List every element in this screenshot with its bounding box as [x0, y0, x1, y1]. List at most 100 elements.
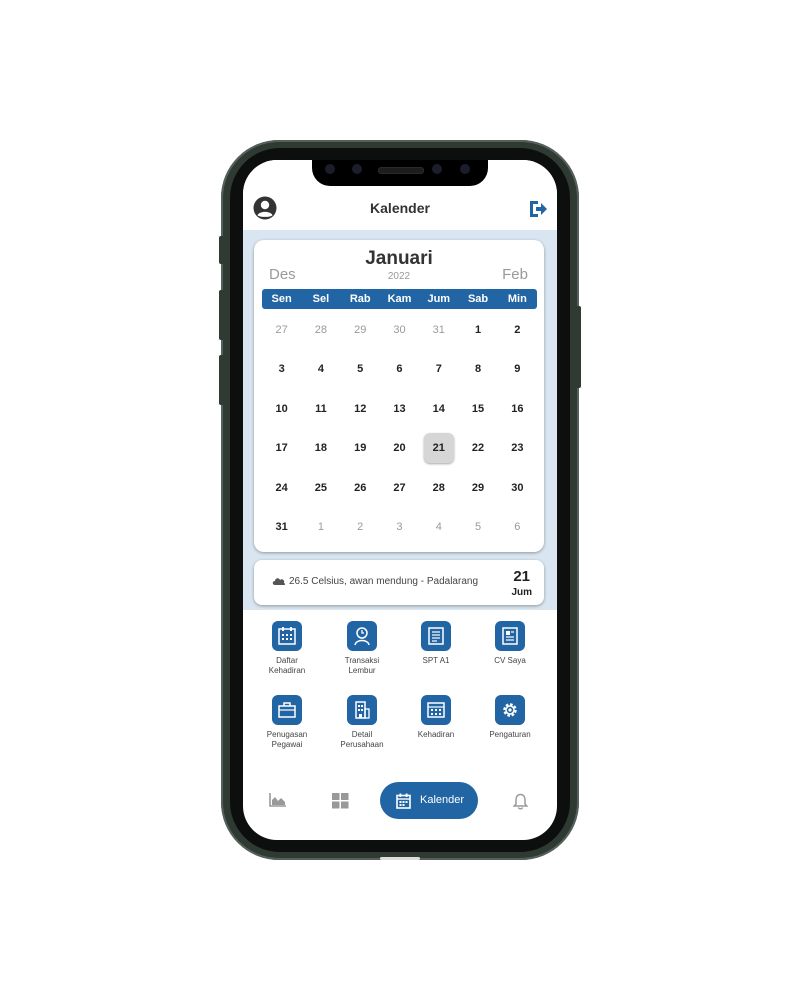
calendar-week-row: 31 1 2 3 4 5 6: [262, 508, 537, 548]
area-chart-icon[interactable]: [269, 793, 287, 807]
calendar-grid: 27 28 29 30 31 1 2 3 4 5 6 7 8 9 10 11 12 13 14 15 16 17 18 19 2…: [262, 310, 537, 547]
calendar-day-outside-month[interactable]: 31: [419, 324, 458, 336]
calendar-day[interactable]: 19: [341, 442, 380, 454]
menu-item-transaksi-lembur[interactable]: Transaksi Lembur: [325, 621, 399, 676]
weekday-header: Sen Sel Rab Kam Jum Sab Min: [262, 289, 537, 309]
calendar-day[interactable]: 24: [262, 482, 301, 494]
calendar-day-number: 2: [357, 521, 364, 534]
calendar-day-outside-month[interactable]: 29: [341, 324, 380, 336]
person-clock-icon: [347, 621, 377, 651]
grid-icon[interactable]: [332, 793, 349, 809]
nav-calendar-label: Kalender: [420, 794, 465, 806]
menu-item-spt-a1[interactable]: SPT A1: [399, 621, 473, 666]
calendar-day[interactable]: 26: [341, 482, 380, 494]
calendar-day[interactable]: 14: [419, 403, 458, 415]
calendar-day-number: 19: [354, 442, 367, 455]
calendar-day-outside-month[interactable]: 1: [301, 521, 340, 533]
calendar-day-number: 5: [357, 363, 364, 376]
weekday-label: Rab: [349, 293, 371, 305]
home-indicator: [380, 857, 420, 860]
calendar-day[interactable]: 25: [301, 482, 340, 494]
menu-item-label: Transaksi Lembur: [344, 656, 380, 675]
menu-item-label: Daftar Kehadiran: [268, 656, 306, 675]
calendar-day[interactable]: 18: [301, 442, 340, 454]
calendar-day[interactable]: 6: [380, 363, 419, 375]
calendar-day-number: 11: [315, 402, 327, 415]
menu-item-penugasan-pegawai[interactable]: Penugasan Pegawai: [250, 695, 324, 750]
front-camera: [432, 164, 442, 174]
calendar-day[interactable]: 27: [380, 482, 419, 494]
next-month-button[interactable]: Feb: [502, 266, 528, 283]
calendar-icon: [396, 793, 411, 809]
calendar-day[interactable]: 30: [498, 482, 537, 494]
calendar-day-outside-month[interactable]: 28: [301, 324, 340, 336]
calendar-list-icon: [272, 621, 302, 651]
phone-screen: Kalender Des Januari 2022 Feb Sen Sel Ra…: [243, 160, 557, 840]
calendar-day-number: 28: [314, 323, 328, 336]
calendar-day-outside-month[interactable]: 27: [262, 324, 301, 336]
calendar-week-row: 10 11 12 13 14 15 16: [262, 389, 537, 429]
calendar-day-number: 3: [278, 363, 285, 376]
calendar-day[interactable]: 31: [262, 521, 301, 533]
menu-item-cv-saya[interactable]: CV Saya: [473, 621, 547, 666]
calendar-week-row: 17 18 19 20 21 22 23: [262, 429, 537, 469]
page-title: Kalender: [370, 200, 430, 216]
building-icon: [347, 695, 377, 725]
weekday-label: Sab: [467, 293, 489, 305]
calendar-day-number: 1: [317, 521, 324, 534]
weekday-label: Min: [507, 293, 527, 305]
calendar-day[interactable]: 8: [458, 363, 497, 375]
menu-item-detail-perusahaan[interactable]: Detail Perusahaan: [325, 695, 399, 750]
calendar-day[interactable]: 15: [458, 403, 497, 415]
calendar-day[interactable]: 10: [262, 403, 301, 415]
cv-document-icon: [495, 621, 525, 651]
menu-item-label: Pengaturan: [489, 730, 531, 739]
calendar-day[interactable]: 12: [341, 403, 380, 415]
calendar-day-number: 30: [511, 481, 524, 494]
sensor-dot: [460, 164, 470, 174]
calendar-day-number: 24: [275, 481, 288, 494]
calendar-day[interactable]: 17: [262, 442, 301, 454]
menu-item-label: CV Saya: [494, 656, 526, 665]
menu-item-kehadiran[interactable]: Kehadiran: [399, 695, 473, 740]
calendar-day-number: 30: [393, 323, 406, 336]
bottom-navigation: Kalender: [243, 780, 557, 825]
calendar-day[interactable]: 28: [419, 482, 458, 494]
nav-calendar-button[interactable]: Kalender: [380, 782, 478, 819]
calendar-day-number: 7: [435, 363, 442, 376]
bell-icon[interactable]: [513, 793, 528, 810]
menu-item-daftar-kehadiran[interactable]: Daftar Kehadiran: [250, 621, 324, 676]
calendar-day[interactable]: 11: [301, 403, 340, 415]
calendar-day[interactable]: 4: [301, 363, 340, 375]
weekday-label: Kam: [387, 293, 412, 305]
calendar-day[interactable]: 1: [458, 324, 497, 336]
calendar-day[interactable]: 20: [380, 442, 419, 454]
calendar-day-number: 2: [514, 323, 521, 336]
menu-item-label: Penugasan Pegawai: [266, 730, 308, 749]
calendar-day[interactable]: 9: [498, 363, 537, 375]
calendar-day[interactable]: 16: [498, 403, 537, 415]
calendar-day[interactable]: 2: [498, 324, 537, 336]
attendance-calendar-icon: [421, 695, 451, 725]
calendar-day[interactable]: 5: [341, 363, 380, 375]
calendar-day[interactable]: 23: [498, 442, 537, 454]
calendar-day-outside-month[interactable]: 5: [458, 521, 497, 533]
calendar-day[interactable]: 3: [262, 363, 301, 375]
calendar-day-outside-month[interactable]: 2: [341, 521, 380, 533]
tax-document-icon: [421, 621, 451, 651]
calendar-day-selected[interactable]: 21: [419, 433, 458, 464]
calendar-day[interactable]: 22: [458, 442, 497, 454]
sensor-dot: [352, 164, 362, 174]
calendar-day-outside-month[interactable]: 30: [380, 324, 419, 336]
logout-icon[interactable]: [528, 200, 548, 218]
calendar-day-number: 27: [275, 323, 288, 336]
menu-item-label: SPT A1: [422, 656, 450, 665]
calendar-day-outside-month[interactable]: 3: [380, 521, 419, 533]
calendar-day-outside-month[interactable]: 6: [498, 521, 537, 533]
calendar-day[interactable]: 7: [419, 363, 458, 375]
calendar-day[interactable]: 13: [380, 403, 419, 415]
calendar-day[interactable]: 29: [458, 482, 497, 494]
current-month: Januari: [365, 248, 433, 269]
calendar-day-outside-month[interactable]: 4: [419, 521, 458, 533]
menu-item-pengaturan[interactable]: Pengaturan: [473, 695, 547, 740]
